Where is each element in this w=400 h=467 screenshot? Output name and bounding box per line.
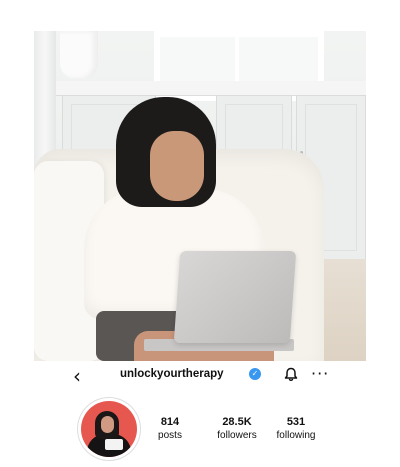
- avatar-laptop: [105, 439, 123, 450]
- avatar-image: [81, 401, 137, 457]
- photo-laptop-lid: [173, 251, 297, 343]
- verified-badge-icon: ✓: [249, 368, 261, 380]
- stat-followers[interactable]: 28.5K followers: [212, 416, 262, 441]
- photo-vase: [60, 31, 98, 79]
- stat-posts[interactable]: 814 posts: [150, 416, 190, 441]
- avatar-person-face: [101, 416, 114, 433]
- stat-posts-label: posts: [158, 430, 182, 441]
- chevron-left-icon[interactable]: ‹: [73, 366, 81, 386]
- photo-person-face: [150, 131, 204, 201]
- stat-followers-label: followers: [217, 430, 257, 441]
- stat-following[interactable]: 531 following: [274, 416, 318, 441]
- stat-followers-value: 28.5K: [222, 416, 252, 428]
- profile-username: unlockyourtherapy: [120, 368, 224, 380]
- stat-posts-value: 814: [160, 416, 180, 428]
- stat-following-value: 531: [286, 416, 306, 428]
- more-options-icon[interactable]: ···: [311, 364, 329, 383]
- profile-header: ‹ unlockyourtherapy ✓ ···: [0, 362, 400, 392]
- stat-following-label: following: [276, 430, 316, 441]
- bell-icon[interactable]: [284, 367, 298, 387]
- avatar[interactable]: [78, 398, 140, 460]
- profile-post-photo[interactable]: [34, 31, 366, 361]
- photo-counter: [56, 81, 366, 96]
